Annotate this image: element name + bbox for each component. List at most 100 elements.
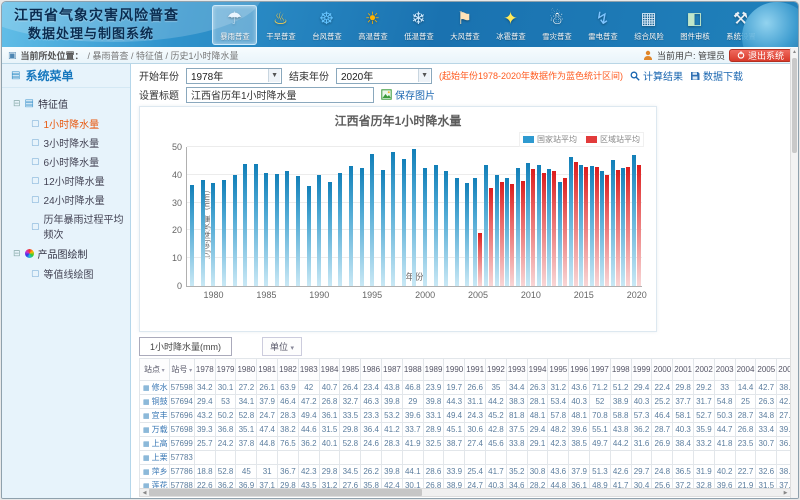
bar-national-1999[interactable] <box>412 149 416 286</box>
scroll-right-icon[interactable]: ▶ <box>781 490 790 496</box>
sidebar-item-1小时降水量[interactable]: ▢1小时降水量 <box>4 114 128 133</box>
start-year-select[interactable]: 1978年 ▼ <box>186 68 282 84</box>
bar-national-2005[interactable] <box>473 178 477 286</box>
bar-regional-2015[interactable] <box>584 167 588 286</box>
table-row[interactable]: ▦万载5769839.336.835.147.438.244.631.529.8… <box>140 423 792 437</box>
bar-national-1987[interactable] <box>285 171 289 286</box>
tree-toggle-icon[interactable]: ⊟ <box>13 248 21 259</box>
scroll-up-icon[interactable]: ▲ <box>791 48 798 56</box>
bar-national-1984[interactable] <box>254 164 258 286</box>
logout-button[interactable]: 退出系统 <box>729 49 792 62</box>
bar-national-1990[interactable] <box>317 175 321 286</box>
toolbar-item-5[interactable]: ❄低温普查 <box>396 5 441 45</box>
bar-national-2002[interactable] <box>444 171 448 286</box>
toolbar-item-6[interactable]: ⚑大风普查 <box>442 5 487 45</box>
bar-national-1985[interactable] <box>264 173 268 286</box>
bar-national-2009[interactable] <box>516 168 520 286</box>
bar-regional-2005[interactable] <box>478 233 482 286</box>
bar-regional-2011[interactable] <box>542 173 546 286</box>
bar-national-1998[interactable] <box>402 159 406 286</box>
legend-item-national[interactable]: 国家站平均 <box>523 134 577 145</box>
bar-national-1988[interactable] <box>296 176 300 286</box>
bar-national-2001[interactable] <box>434 165 438 286</box>
bar-national-1983[interactable] <box>243 164 247 286</box>
bar-national-1978[interactable] <box>190 185 194 286</box>
tree-toggle-icon[interactable]: ⊟ <box>13 98 21 109</box>
bar-regional-2010[interactable] <box>531 169 535 286</box>
toolbar-item-2[interactable]: ♨干旱普查 <box>258 5 303 45</box>
bar-regional-2006[interactable] <box>489 188 493 286</box>
bar-regional-2019[interactable] <box>626 167 630 286</box>
table-row[interactable]: ▦宜丰5769643.250.252.824.728.349.436.133.5… <box>140 409 792 423</box>
tree-group-2[interactable]: ⊟产品图绘制 <box>4 243 128 264</box>
toolbar-item-9[interactable]: ↯雷电普查 <box>580 5 625 45</box>
bar-national-1995[interactable] <box>370 154 374 286</box>
tree-group-1[interactable]: ⊟▤特征值 <box>4 93 128 114</box>
bar-national-2010[interactable] <box>526 163 530 286</box>
scrollbar-thumb[interactable] <box>149 489 422 496</box>
bar-national-2014[interactable] <box>569 157 573 286</box>
bar-national-1996[interactable] <box>381 170 385 286</box>
sidebar-item-6小时降水量[interactable]: ▢6小时降水量 <box>4 152 128 171</box>
bar-national-2006[interactable] <box>484 165 488 286</box>
bar-regional-2018[interactable] <box>616 170 620 286</box>
toolbar-item-1[interactable]: ☂暴雨普查 <box>212 5 257 45</box>
bar-national-2004[interactable] <box>465 183 469 286</box>
bar-national-2011[interactable] <box>537 165 541 286</box>
bar-regional-2013[interactable] <box>563 178 567 286</box>
bar-national-1991[interactable] <box>328 182 332 286</box>
legend-item-regional[interactable]: 区域站平均 <box>586 134 640 145</box>
bar-national-2012[interactable] <box>547 169 551 286</box>
bar-national-2013[interactable] <box>558 182 562 286</box>
bar-national-2017[interactable] <box>600 171 604 286</box>
bar-regional-2008[interactable] <box>510 184 514 286</box>
bar-national-1992[interactable] <box>338 173 342 286</box>
unit-filter[interactable]: 单位 ▾ <box>262 337 302 356</box>
bar-national-2019[interactable] <box>621 168 625 286</box>
bar-regional-2017[interactable] <box>605 175 609 286</box>
bar-national-1989[interactable] <box>307 186 311 286</box>
sidebar-item-等值线绘图[interactable]: ▢等值线绘图 <box>4 264 128 283</box>
bar-national-1981[interactable] <box>222 180 226 286</box>
bar-national-2000[interactable] <box>423 168 427 286</box>
unit-button[interactable]: 1小时降水量(mm) <box>139 337 232 356</box>
sidebar-item-3小时降水量[interactable]: ▢3小时降水量 <box>4 133 128 152</box>
bar-regional-2009[interactable] <box>521 181 525 286</box>
bar-national-1982[interactable] <box>233 175 237 286</box>
toolbar-item-8[interactable]: ☃雪灾普查 <box>534 5 579 45</box>
save-image-button[interactable]: 保存图片 <box>381 87 435 102</box>
bar-national-1986[interactable] <box>275 174 279 286</box>
column-header-station-id[interactable]: 站号 ▾ <box>169 359 194 381</box>
bar-regional-2012[interactable] <box>552 171 556 286</box>
bar-regional-2014[interactable] <box>574 162 578 286</box>
bar-regional-2016[interactable] <box>595 167 599 286</box>
table-row[interactable]: ▦上栗57783 <box>140 451 792 465</box>
bar-national-2015[interactable] <box>579 165 583 286</box>
bar-regional-2020[interactable] <box>637 165 641 286</box>
sidebar-item-24小时降水量[interactable]: ▢24小时降水量 <box>4 190 128 209</box>
toolbar-item-7[interactable]: ✦冰雹普查 <box>488 5 533 45</box>
toolbar-item-3[interactable]: ☸台风普查 <box>304 5 349 45</box>
toolbar-item-10[interactable]: ▦综合风险 <box>626 5 671 45</box>
table-row[interactable]: ▦萍乡5778618.852.8453136.742.329.834.526.2… <box>140 465 792 479</box>
bar-national-2003[interactable] <box>455 178 459 286</box>
bar-national-2008[interactable] <box>505 178 509 286</box>
column-header-station[interactable]: 站点 ▾ <box>140 359 170 381</box>
bar-national-2007[interactable] <box>495 175 499 286</box>
table-row[interactable]: ▦修水5759834.230.127.226.163.94240.726.423… <box>140 381 792 395</box>
bar-national-2020[interactable] <box>632 155 636 286</box>
bar-national-1997[interactable] <box>391 152 395 286</box>
sidebar-item-12小时降水量[interactable]: ▢12小时降水量 <box>4 171 128 190</box>
toolbar-item-11[interactable]: ◧图件审核 <box>672 5 717 45</box>
bar-national-1980[interactable] <box>211 183 215 286</box>
bar-regional-2007[interactable] <box>500 182 504 286</box>
sidebar-item-历年暴雨过程平均频次[interactable]: ▢历年暴雨过程平均频次 <box>4 209 128 243</box>
scrollbar-thumb[interactable] <box>792 58 797 153</box>
vertical-scrollbar[interactable]: ▲ <box>790 48 798 498</box>
scroll-left-icon[interactable]: ◀ <box>140 490 149 496</box>
table-row[interactable]: ▦铜鼓5769429.45334.137.946.447.226.832.746… <box>140 395 792 409</box>
bar-national-1994[interactable] <box>360 168 364 286</box>
toolbar-item-4[interactable]: ☀高温普查 <box>350 5 395 45</box>
table-row[interactable]: ▦上高5769925.724.237.844.876.536.240.152.8… <box>140 437 792 451</box>
bar-national-2018[interactable] <box>611 160 615 286</box>
